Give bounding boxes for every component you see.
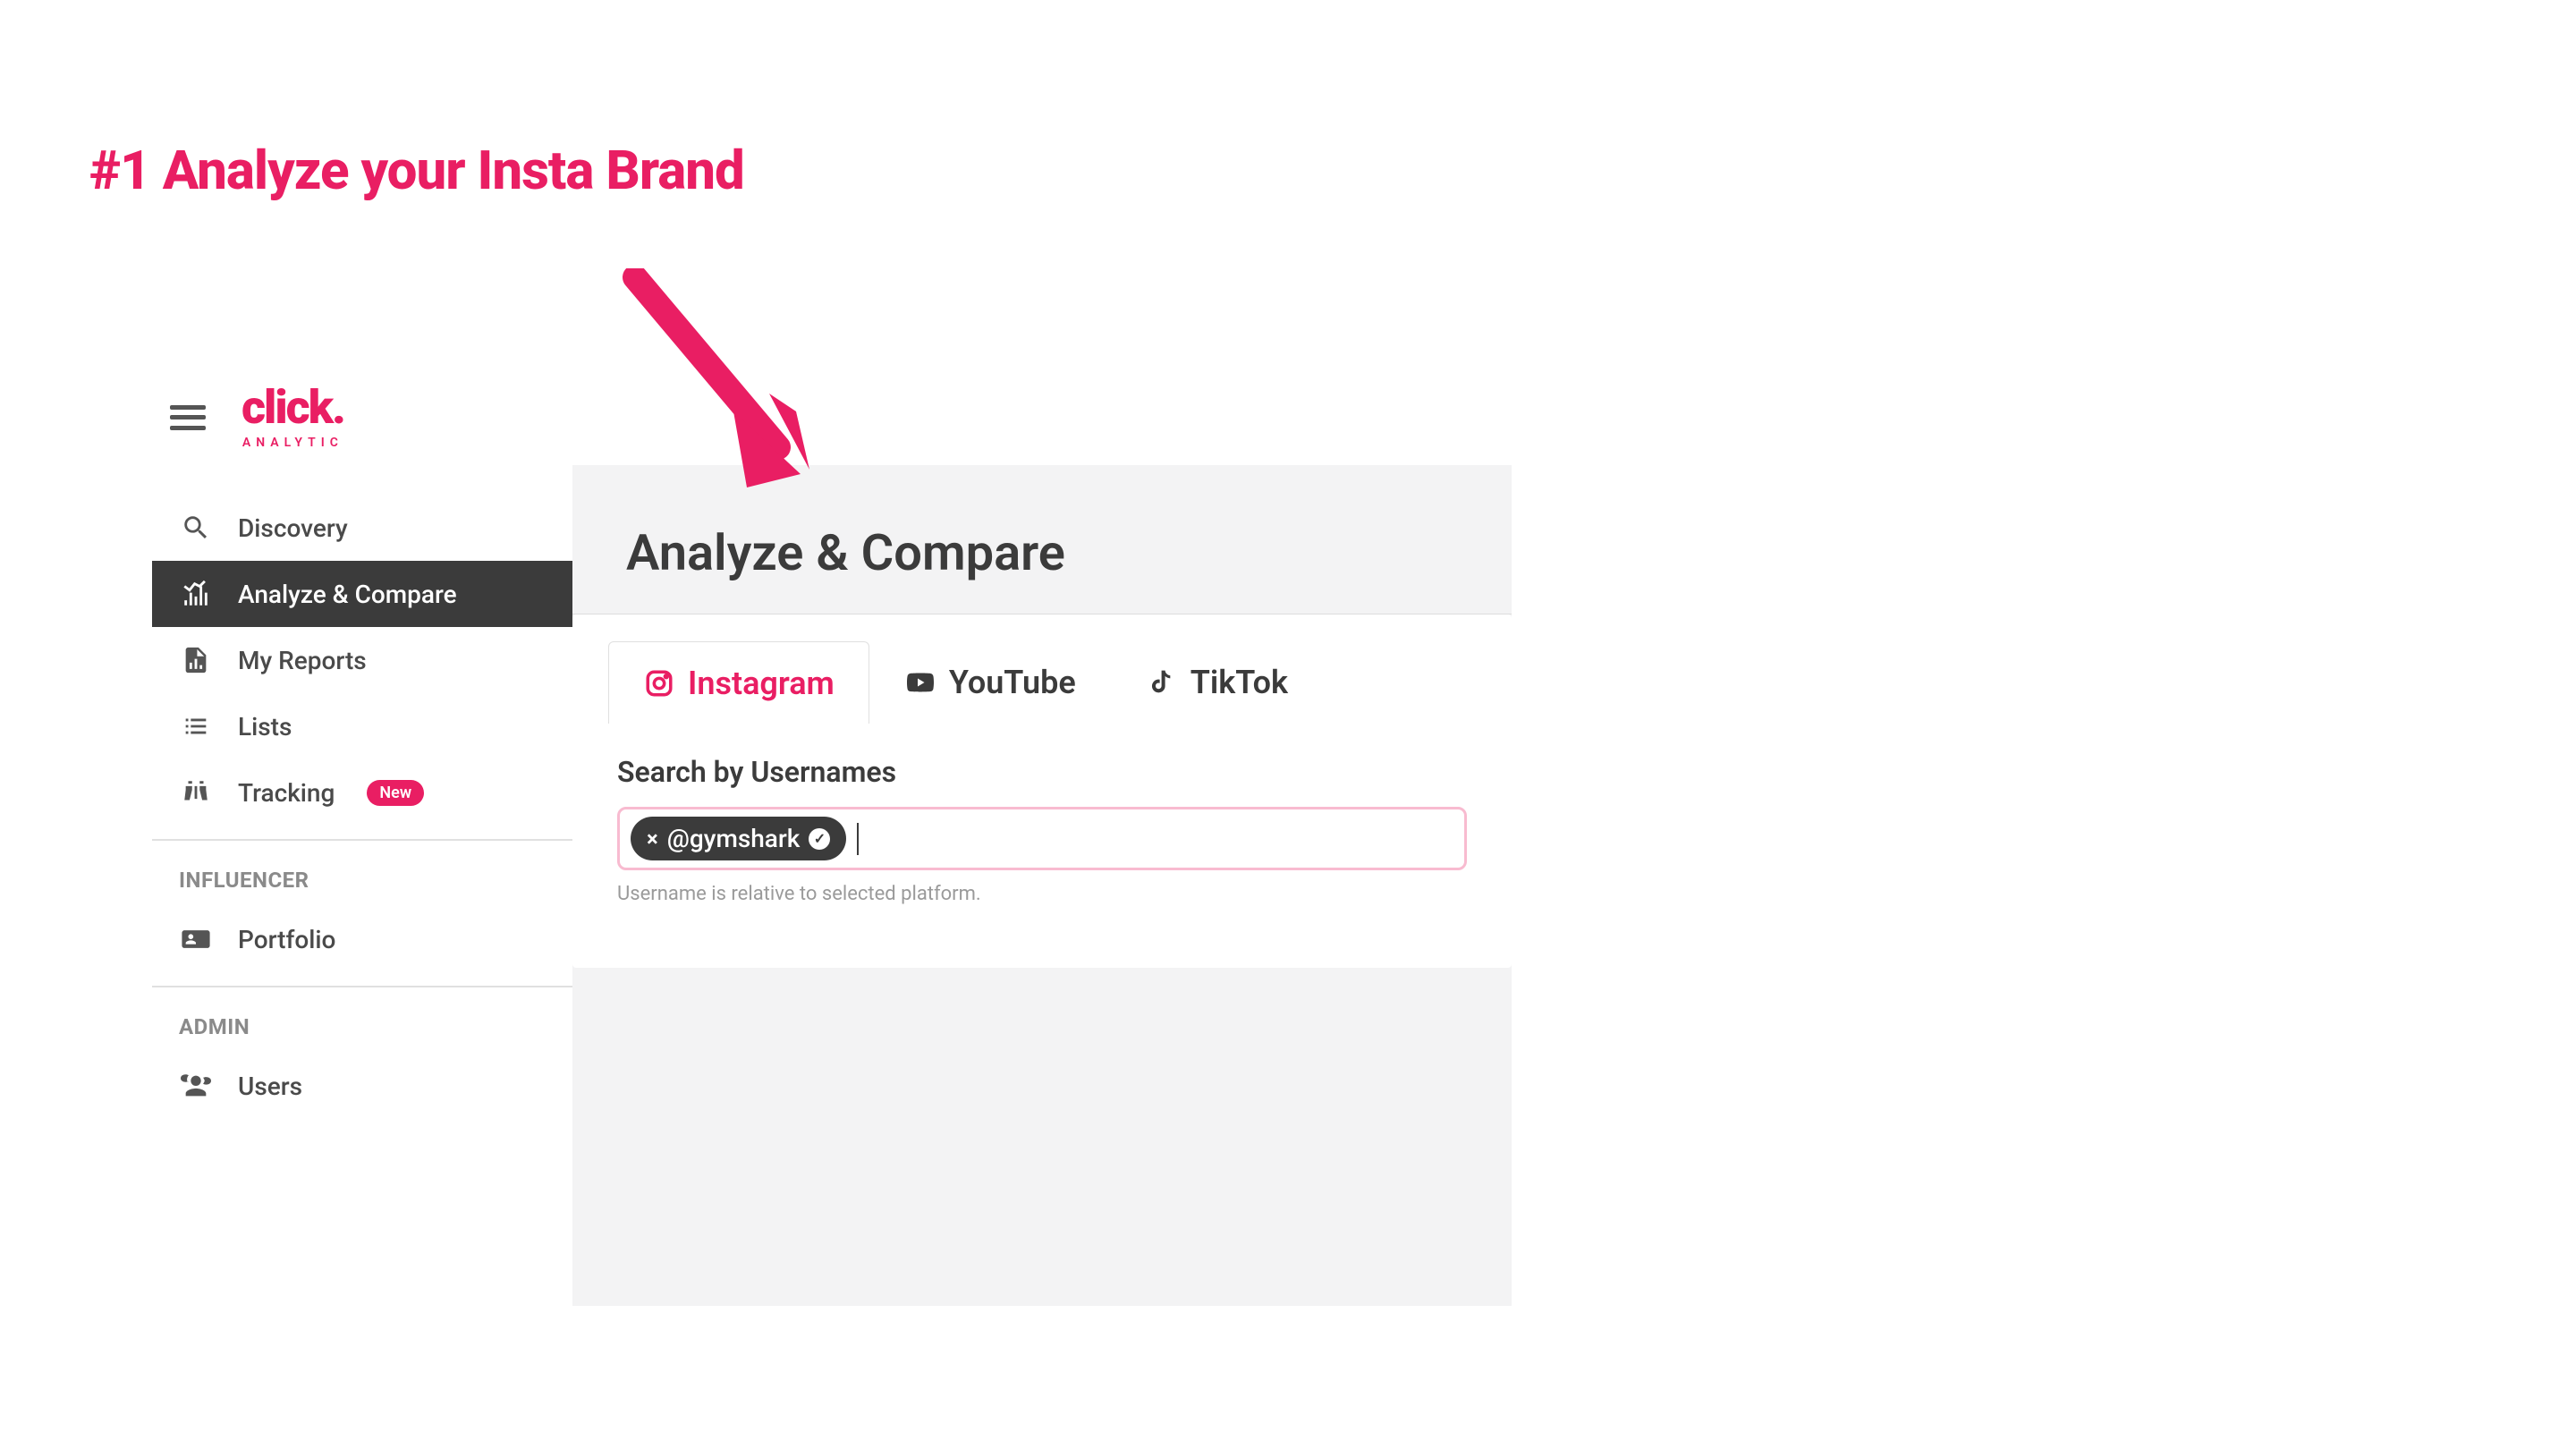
- chip-remove-icon[interactable]: ×: [647, 826, 658, 852]
- nav-label: My Reports: [238, 646, 367, 675]
- tab-instagram[interactable]: Instagram: [608, 641, 869, 724]
- sidebar-item-users[interactable]: Users: [152, 1053, 572, 1119]
- report-icon: [179, 643, 213, 677]
- text-cursor: [857, 823, 859, 855]
- nav-influencer: Portfolio: [152, 906, 572, 972]
- logo[interactable]: click. ANALYTIC: [242, 385, 344, 450]
- platform-tabs: Instagram YouTube TikTok: [572, 614, 1512, 724]
- sidebar-item-portfolio[interactable]: Portfolio: [152, 906, 572, 972]
- arrow-annotation-icon: [617, 268, 832, 501]
- sidebar-item-lists[interactable]: Lists: [152, 693, 572, 759]
- tiktok-icon: [1146, 666, 1178, 699]
- sidebar-item-analyze-compare[interactable]: Analyze & Compare: [152, 561, 572, 627]
- tab-tiktok[interactable]: TikTok: [1111, 641, 1323, 724]
- tab-label: TikTok: [1191, 664, 1288, 701]
- sidebar-header: click. ANALYTIC: [152, 358, 572, 495]
- sidebar-item-discovery[interactable]: Discovery: [152, 495, 572, 561]
- nav-label: Lists: [238, 712, 292, 741]
- section-header-influencer: INFLUENCER: [152, 841, 572, 906]
- nav-primary: Discovery Analyze & Compare My Reports L…: [152, 495, 572, 826]
- chip-text: @gymshark: [667, 824, 801, 853]
- analytics-icon: [179, 577, 213, 611]
- nav-label: Discovery: [238, 513, 348, 543]
- nav-label: Tracking: [238, 778, 335, 808]
- search-label: Search by Usernames: [617, 755, 1467, 789]
- youtube-icon: [904, 666, 936, 699]
- users-icon: [179, 1069, 213, 1103]
- search-section: Search by Usernames × @gymshark ✓ Userna…: [572, 724, 1512, 968]
- annotation-title: #1 Analyze your Insta Brand: [89, 139, 744, 202]
- username-search-input[interactable]: × @gymshark ✓: [617, 807, 1467, 870]
- username-chip[interactable]: × @gymshark ✓: [631, 817, 846, 860]
- sidebar: click. ANALYTIC Discovery Analyze & Comp…: [152, 358, 572, 1306]
- new-badge: New: [367, 780, 424, 806]
- search-card: Instagram YouTube TikTok Search by U: [572, 614, 1512, 968]
- logo-subtitle: ANALYTIC: [242, 436, 343, 450]
- list-icon: [179, 709, 213, 743]
- sidebar-item-my-reports[interactable]: My Reports: [152, 627, 572, 693]
- search-hint: Username is relative to selected platfor…: [617, 883, 1467, 905]
- id-card-icon: [179, 922, 213, 956]
- sidebar-item-tracking[interactable]: Tracking New: [152, 759, 572, 826]
- nav-label: Users: [238, 1072, 302, 1101]
- nav-admin: Users: [152, 1053, 572, 1119]
- main-content: Analyze & Compare Instagram YouTube: [572, 465, 1512, 1306]
- tab-label: YouTube: [949, 664, 1076, 701]
- app-window: click. ANALYTIC Discovery Analyze & Comp…: [152, 358, 1512, 1306]
- nav-label: Portfolio: [238, 925, 335, 954]
- logo-text: click.: [242, 385, 344, 431]
- verified-icon: ✓: [809, 828, 830, 850]
- tab-label: Instagram: [688, 665, 835, 702]
- tab-youtube[interactable]: YouTube: [869, 641, 1111, 724]
- section-header-admin: ADMIN: [152, 987, 572, 1053]
- hamburger-icon[interactable]: [170, 405, 206, 430]
- binoculars-icon: [179, 775, 213, 809]
- search-icon: [179, 511, 213, 545]
- instagram-icon: [643, 667, 675, 699]
- nav-label: Analyze & Compare: [238, 580, 457, 609]
